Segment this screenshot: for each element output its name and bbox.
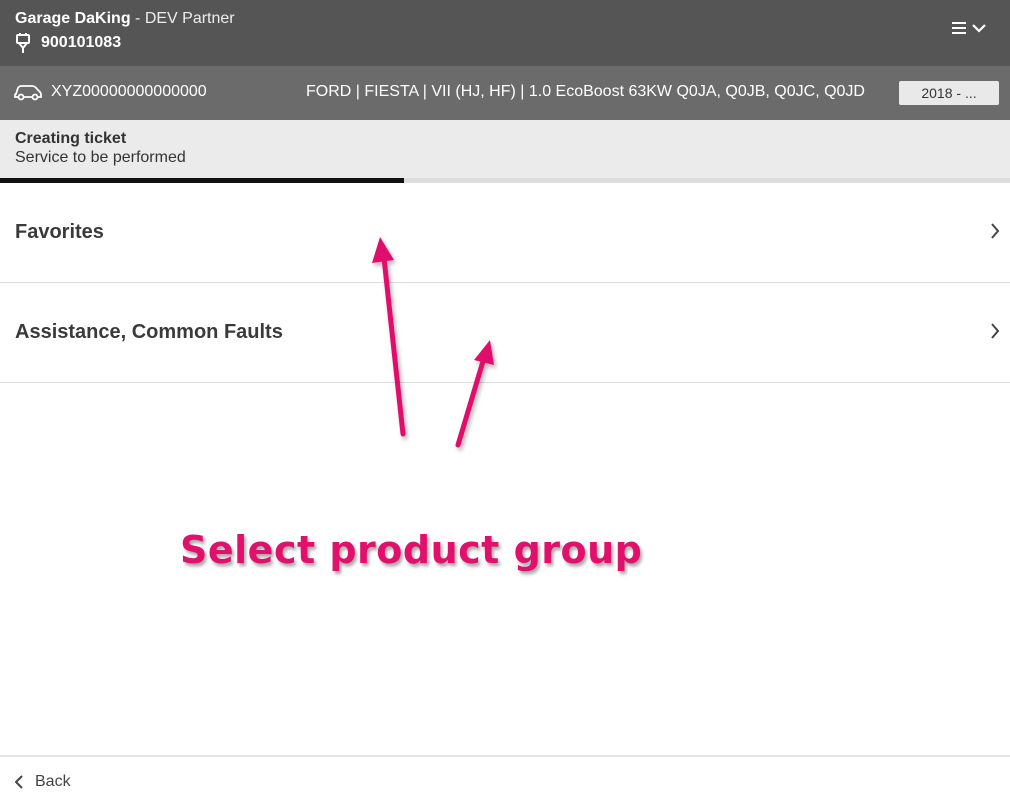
annotation-arrow-2	[455, 340, 494, 448]
footer-bar: Back	[0, 755, 1010, 803]
back-label: Back	[35, 773, 71, 790]
annotation-arrows	[372, 237, 494, 448]
annotation-text: Select product group	[180, 528, 643, 572]
back-button[interactable]: Back	[15, 773, 71, 791]
chevron-left-icon	[15, 775, 23, 789]
annotation-arrow-1	[372, 237, 406, 437]
